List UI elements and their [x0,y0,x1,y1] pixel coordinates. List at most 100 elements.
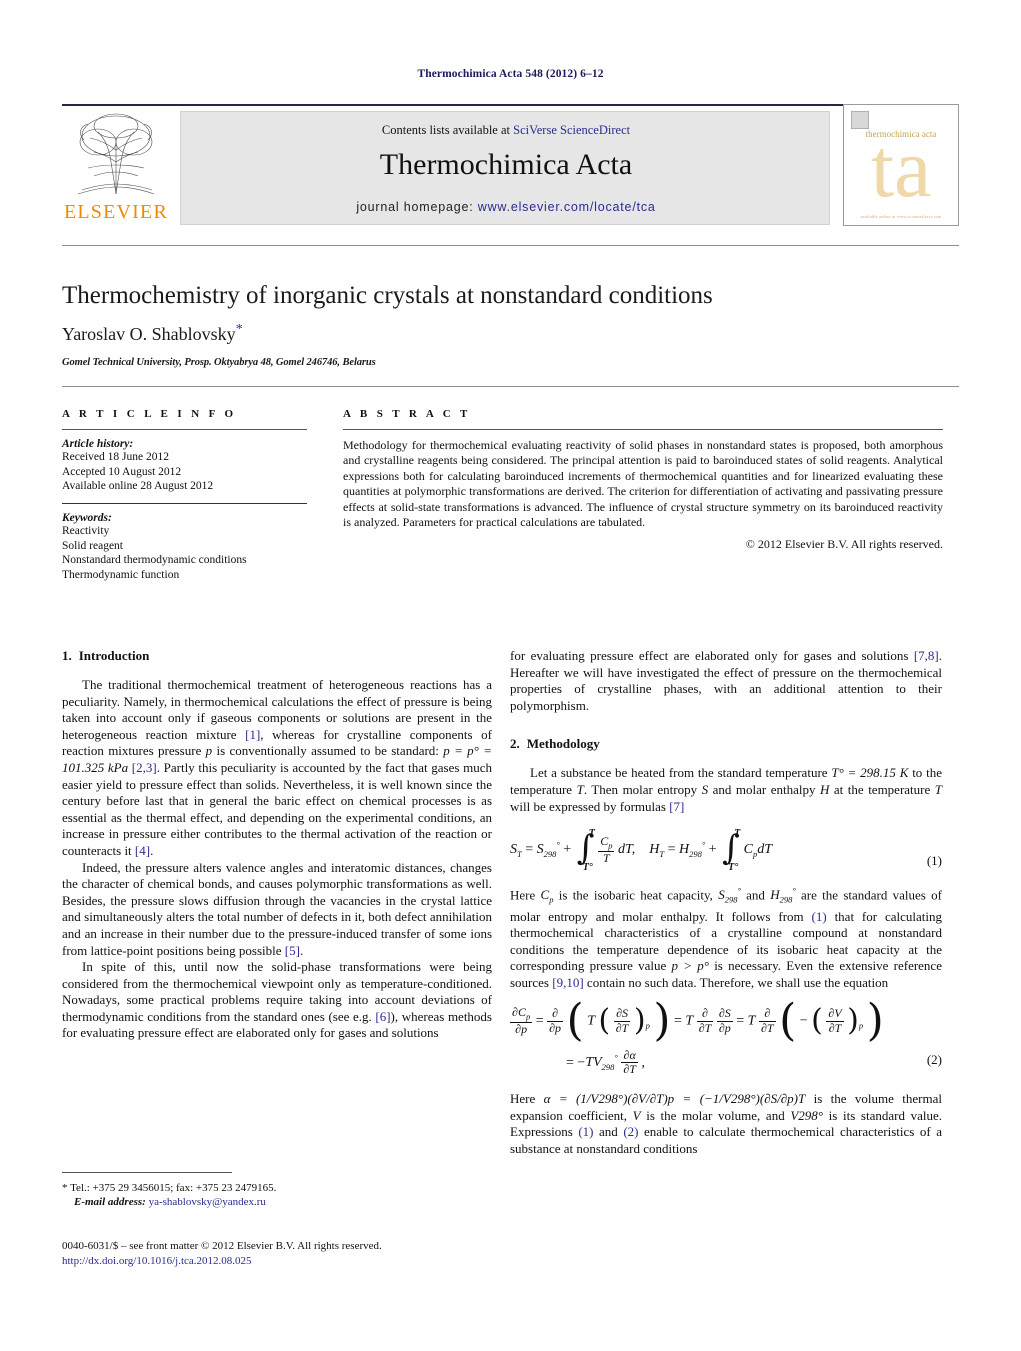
abstract-text: Methodology for thermochemical evaluatin… [343,438,943,530]
text-run: and [740,887,771,903]
eq1-equals: = [525,842,534,858]
eq2-T-3: T [747,1013,756,1029]
citation-ref[interactable]: [4] [135,843,150,858]
eq2-num-dcp: ∂Cp [510,1004,533,1023]
eq2-d-dt: ∂ ∂T [696,1006,714,1036]
eq2-d-dt-2: ∂ ∂T [758,1006,776,1036]
citation-ref[interactable]: [7,8] [914,648,939,663]
eq2-den-dp: ∂p [515,1021,528,1036]
section-title: Introduction [78,648,150,663]
inline-pressure-condition: p > p° [671,958,709,974]
eq2-equals-1: = [535,1013,544,1029]
eq1-frac-T: T [602,850,610,865]
eq1-S-subscript: T [517,849,522,860]
text-run: . [299,942,304,958]
eq2-num-ds: ∂S [613,1006,631,1022]
eq1-frac-denominator: T [598,850,614,866]
methodology-paragraph-1: Let a substance be heated from the stand… [510,765,942,815]
var-H298: H298° [770,886,796,905]
eq2-T-1: T [587,1013,596,1029]
var-H: H [770,887,780,903]
keyword-item: Solid reagent [62,539,123,552]
eq2-comma: , [641,1055,645,1071]
equation-ref-1b[interactable]: (1) [578,1124,593,1139]
keyword-item: Reactivity [62,525,110,537]
eq2-lparen-inner-2: ( [811,1003,823,1039]
section-number: 2. [510,736,520,752]
elsevier-wordmark: ELSEVIER [63,201,169,223]
eq1-frac-numerator: Cp [598,834,615,852]
author-label: Yaroslav O. Shablovsky [62,324,236,344]
intro-paragraph-3-continued: for evaluating pressure effect are elabo… [510,648,942,714]
intro-paragraph-3: In spite of this, until now the solid-ph… [62,959,492,1042]
eq2-equals-4: = [566,1055,574,1071]
keyword-item: Nonstandard thermodynamic conditions [62,554,247,566]
eq1-integral-1: ∫ T T° [575,828,595,873]
eq2-lparen-outer: ( [566,995,584,1047]
homepage-prefix: journal homepage: [356,200,478,214]
corresponding-author-marker: * [235,322,243,337]
masthead-center-panel: Contents lists available at SciVerse Sci… [180,111,830,225]
section-title: Methodology [526,736,600,752]
body-column-left: 1. Introduction The traditional thermoche… [62,648,492,1042]
eq1-int1-lower-limit: T° [582,862,593,874]
eq2-den-dt2: ∂T [698,1020,712,1035]
masthead-top-rule [62,104,959,106]
abstract-heading: A B S T R A C T [343,408,471,420]
text-run: for evaluating pressure effect are elabo… [510,648,914,663]
eq2-rparen-inner-2: ) [847,1003,859,1039]
email-address-link[interactable]: ya-shablovsky@yandex.ru [149,1196,266,1208]
eq2-den-dt3: ∂T [760,1020,774,1035]
citation-ref[interactable]: [1] [245,727,260,742]
article-info-rule-1 [62,429,307,430]
methodology-paragraph-3: Here α = (1/V298°)(∂V/∂T)p = (−1/V298°)(… [510,1091,942,1157]
equation-ref-2[interactable]: (2) [623,1124,638,1139]
eq2-den-dt4: ∂T [828,1020,842,1035]
eq2-TV298: TV298° [585,1052,618,1072]
eq2-equals-3: = [736,1013,745,1029]
running-head: Thermochimica Acta 548 (2012) 6–12 [417,68,604,80]
footnote-marker: * [62,1182,68,1194]
section-heading-introduction: 1. Introduction [62,648,492,664]
eq1-H298: H [678,842,690,858]
eq1-rhs-S298: S298° [537,840,560,860]
eq1-int2-upper-limit: T [734,828,741,840]
article-info-column: A R T I C L E I N F O Article history: R… [62,408,307,582]
article-info-heading: A R T I C L E I N F O [62,408,237,420]
eq1-S298-subscript: 298 [543,849,557,860]
sciencedirect-link[interactable]: SciVerse ScienceDirect [513,123,630,137]
text-run: is conventionally assumed to be standard… [212,743,444,759]
eq1-int2-lower-limit: T° [728,862,739,874]
journal-homepage-line: journal homepage: www.elsevier.com/locat… [181,200,831,214]
footer-doi-link[interactable]: http://dx.doi.org/10.1016/j.tca.2012.08.… [62,1254,562,1269]
article-history-label: Article history: [62,438,134,450]
footnote-email-line: E-mail address: ya-shablovsky@yandex.ru [62,1195,492,1209]
citation-ref[interactable]: [9,10] [552,975,583,990]
homepage-url-link[interactable]: www.elsevier.com/locate/tca [478,200,656,214]
equation-1-number: (1) [926,853,942,869]
eq2-num-d: ∂ [547,1006,564,1022]
email-address-label: E-mail address: [74,1196,146,1208]
citation-ref[interactable]: [2,3] [132,760,157,775]
eq1-S: S [510,842,517,858]
text-run: and molar enthalpy [708,781,821,797]
eq2-sub-p-1: p [645,1020,650,1031]
citation-ref[interactable]: [5] [285,943,300,958]
citation-ref[interactable]: [6] [375,1009,390,1024]
eq2-sub-p-2: p [858,1020,864,1031]
text-run: at the temperature [829,781,935,797]
equation-2-number: (2) [926,1051,942,1067]
eq2-den-dp3: ∂p [718,1020,731,1035]
eq1-dT-2: dT [757,842,773,858]
eq2-lparen-inner: ( [598,1003,611,1039]
cover-journal-name: thermochimica acta [865,129,937,139]
equation-ref-1[interactable]: (1) [812,909,827,924]
text-run: . [150,842,154,858]
citation-ref[interactable]: [7] [669,799,684,814]
equation-1: (1) ST = S298° + ∫ T T° Cp T dT, HT = H2… [510,828,942,873]
contents-prefix: Contents lists available at [381,123,514,137]
inline-alpha-definition: α = (1/V298°)(∂V/∂T)p = (−1/V298°)(∂S/∂p… [543,1091,806,1107]
section-number: 1. [62,648,72,663]
elsevier-logo: ELSEVIER [62,110,170,226]
text-run: Indeed, the pressure alters valence angl… [62,859,492,958]
